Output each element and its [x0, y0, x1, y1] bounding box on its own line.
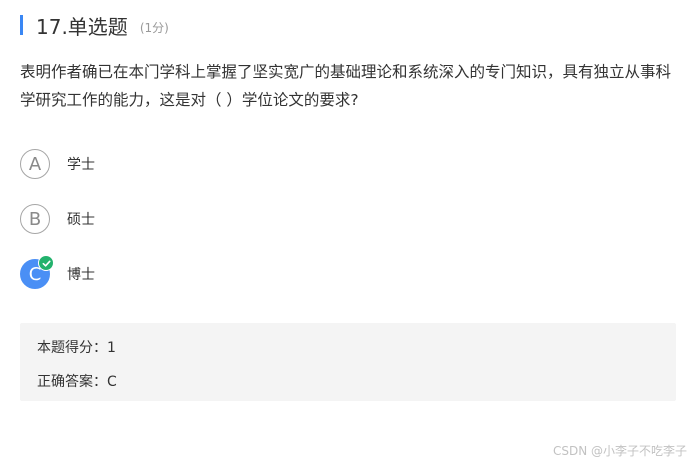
score-label: 本题得分：: [37, 340, 107, 356]
result-panel: 本题得分：1 正确答案：C: [20, 323, 676, 401]
watermark: CSDN @小李子不吃李子: [552, 444, 687, 458]
accent-bar: [20, 15, 23, 35]
option-b-radio[interactable]: B: [20, 204, 50, 234]
option-a-label: 学士: [67, 157, 95, 173]
question-score: (1分): [139, 20, 169, 35]
option-c-radio[interactable]: C: [20, 255, 54, 289]
option-b[interactable]: B 硕士: [20, 202, 95, 236]
answer-row: 正确答案：C: [37, 371, 117, 391]
score-value: 1: [107, 340, 116, 356]
option-c-label: 博士: [67, 267, 95, 283]
option-b-letter: B: [28, 208, 42, 230]
answer-value: C: [107, 374, 117, 390]
option-a[interactable]: A 学士: [20, 147, 95, 181]
option-b-label: 硕士: [67, 212, 95, 228]
option-c[interactable]: C 博士: [20, 255, 95, 291]
option-a-radio[interactable]: A: [20, 149, 50, 179]
score-row: 本题得分：1: [37, 337, 116, 357]
question-header: 17.单选题 (1分): [20, 12, 169, 39]
option-a-letter: A: [28, 153, 42, 175]
answer-label: 正确答案：: [37, 374, 107, 390]
question-stem: 表明作者确已在本门学科上掌握了坚实宽广的基础理论和系统深入的专门知识，具有独立从…: [20, 63, 672, 109]
question-title: 17.单选题: [36, 14, 128, 39]
check-icon: [38, 255, 54, 271]
